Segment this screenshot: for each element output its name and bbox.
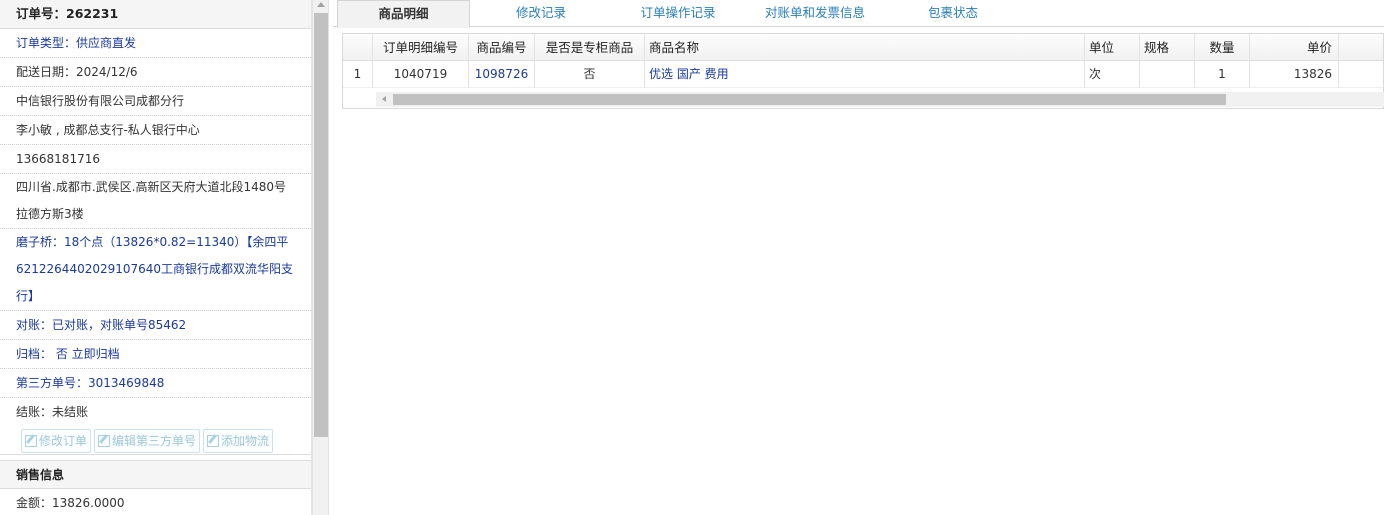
row-detail-id: 1040719	[373, 61, 469, 88]
row-spec	[1140, 61, 1195, 88]
settle-status: 结账：未结账	[16, 405, 89, 419]
tab-change-log[interactable]: 修改记录	[481, 0, 601, 27]
grid-header-index	[343, 34, 373, 61]
grid-horizontal-scrollbar[interactable]	[376, 92, 1384, 107]
order-detail-area: 商品明细 修改记录 订单操作记录 对账单和发票信息 包裹状态 订单明细编号 商品…	[333, 0, 1384, 515]
grid-header-detail-id[interactable]: 订单明细编号	[373, 34, 469, 61]
row-index: 1	[343, 61, 373, 88]
reconcile-status: 对账：已对账，对账单号85462	[0, 311, 311, 340]
row-product-name-link[interactable]: 优选 国产 费用	[645, 61, 1085, 88]
left-panel-scrollbar[interactable]	[312, 0, 329, 515]
delivery-date: 配送日期：2024/12/6	[0, 58, 311, 87]
delivery-address: 四川省.成都市.武侯区.高新区天府大道北段1480号拉德方斯3楼	[0, 174, 311, 229]
add-logistics-button[interactable]: 添加物流	[203, 429, 274, 453]
order-note: 磨子桥：18个点（13826*0.82=11340）【余四平6212264402…	[0, 229, 311, 311]
row-product-id-link[interactable]: 1098726	[469, 61, 535, 88]
row-price: 13826	[1250, 61, 1339, 88]
grid-header-counter[interactable]: 是否是专柜商品	[535, 34, 645, 61]
scroll-up-arrow-icon[interactable]	[317, 2, 325, 7]
order-info-panel: 订单号：262231 订单类型：供应商直发 配送日期：2024/12/6 中信银…	[0, 0, 312, 515]
edit-order-label: 修改订单	[39, 434, 88, 448]
grid-header-name[interactable]: 商品名称	[645, 34, 1085, 61]
third-party-number: 第三方单号：3013469848	[0, 369, 311, 398]
customer-company: 中信银行股份有限公司成都分行	[0, 87, 311, 116]
archive-status: 归档： 否 立即归档	[0, 340, 311, 369]
tab-package-status[interactable]: 包裹状态	[893, 0, 1013, 27]
horizontal-scrollbar-thumb[interactable]	[393, 94, 1226, 105]
edit-icon	[207, 435, 220, 447]
grid-header-price[interactable]: 单价	[1250, 34, 1339, 61]
edit-icon	[98, 435, 111, 447]
grid-header-unit[interactable]: 单位	[1085, 34, 1140, 61]
sales-info-title: 销售信息	[0, 460, 311, 489]
order-number: 订单号：262231	[0, 0, 311, 29]
grid-header-spec[interactable]: 规格	[1140, 34, 1195, 61]
row-unit: 次	[1085, 61, 1140, 88]
order-action-bar: 修改订单 编辑第三方单号 添加物流	[0, 426, 311, 455]
customer-phone: 13668181716	[0, 145, 311, 174]
edit-icon	[25, 435, 37, 447]
grid-header-product-id[interactable]: 商品编号	[469, 34, 535, 61]
edit-third-party-button[interactable]: 编辑第三方单号	[94, 429, 201, 453]
grid-header-row: 订单明细编号 商品编号 是否是专柜商品 商品名称 单位 规格 数量 单价	[343, 34, 1383, 61]
scroll-left-arrow-icon[interactable]	[382, 96, 386, 102]
product-grid: 订单明细编号 商品编号 是否是专柜商品 商品名称 单位 规格 数量 单价 1 1…	[342, 33, 1384, 109]
edit-third-party-label: 编辑第三方单号	[112, 434, 197, 448]
order-type: 订单类型：供应商直发	[0, 29, 311, 58]
customer-contact: 李小敏 , 成都总支行-私人银行中心	[0, 116, 311, 145]
tab-product-details[interactable]: 商品明细	[337, 0, 470, 28]
detail-tabs: 商品明细 修改记录 订单操作记录 对账单和发票信息 包裹状态	[333, 0, 1384, 28]
tab-statement-invoice[interactable]: 对账单和发票信息	[745, 0, 885, 27]
add-logistics-label: 添加物流	[221, 434, 270, 448]
sales-amount: 金额：13826.0000	[16, 496, 125, 510]
row-counter: 否	[535, 61, 645, 88]
scrollbar-thumb[interactable]	[314, 13, 328, 437]
tab-order-operation-log[interactable]: 订单操作记录	[618, 0, 738, 27]
edit-order-button[interactable]: 修改订单	[21, 429, 92, 453]
table-row[interactable]: 1 1040719 1098726 否 优选 国产 费用 次 1 13826	[343, 61, 1383, 88]
row-qty: 1	[1195, 61, 1250, 88]
grid-header-qty[interactable]: 数量	[1195, 34, 1250, 61]
